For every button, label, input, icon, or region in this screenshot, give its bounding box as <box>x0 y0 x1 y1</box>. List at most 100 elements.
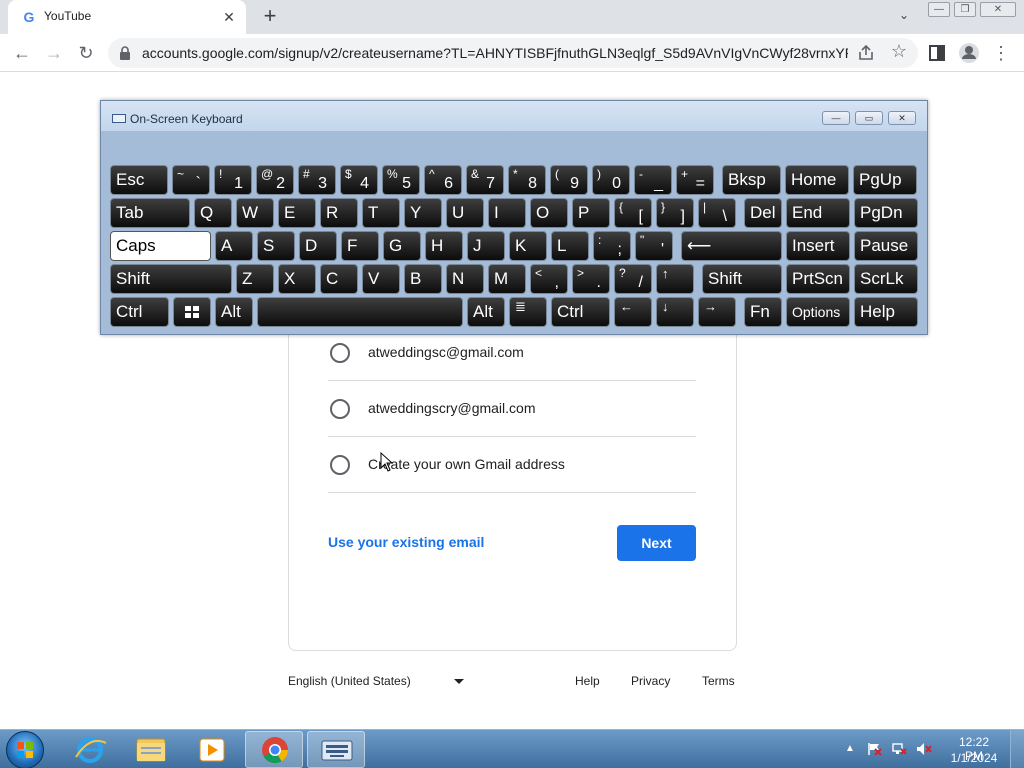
osk-close-button[interactable]: ✕ <box>888 111 916 125</box>
osk-key[interactable]: " ' <box>635 231 673 261</box>
osk-key-a[interactable]: A <box>215 231 253 261</box>
osk-key[interactable]: & 7 <box>466 165 504 195</box>
osk-key-help[interactable]: Help <box>854 297 918 327</box>
osk-key-[interactable]: ↑ <box>656 264 694 294</box>
osk-key[interactable]: ? / <box>614 264 652 294</box>
osk-key-alt[interactable]: Alt <box>215 297 253 327</box>
radio-button[interactable] <box>330 399 350 419</box>
tab-close-icon[interactable]: ✕ <box>220 8 238 26</box>
osk-key-ctrl[interactable]: Ctrl <box>110 297 169 327</box>
osk-key[interactable]: #3 <box>298 165 336 195</box>
osk-key-fn[interactable]: Fn <box>744 297 782 327</box>
osk-key-i[interactable]: I <box>488 198 526 228</box>
osk-key[interactable]: % 5 <box>382 165 420 195</box>
radio-button[interactable] <box>330 343 350 363</box>
privacy-link[interactable]: Privacy <box>631 674 670 688</box>
osk-key-pgdn[interactable]: PgDn <box>854 198 918 228</box>
action-center-flag-icon[interactable] <box>866 742 882 756</box>
osk-minimize-button[interactable]: — <box>822 111 850 125</box>
file-explorer-icon[interactable] <box>122 731 180 768</box>
osk-key-l[interactable]: L <box>551 231 589 261</box>
osk-key[interactable]: }] <box>656 198 694 228</box>
osk-key-home[interactable]: Home <box>785 165 849 195</box>
language-select[interactable]: English (United States) <box>288 674 468 692</box>
tab-search-chevron-icon[interactable]: ⌄ <box>894 8 914 26</box>
osk-key-b[interactable]: B <box>404 264 442 294</box>
osk-restore-button[interactable]: ▭ <box>855 111 883 125</box>
osk-key-f[interactable]: F <box>341 231 379 261</box>
osk-key[interactable]: * 8 <box>508 165 546 195</box>
osk-key-o[interactable]: O <box>530 198 568 228</box>
side-panel-icon[interactable] <box>924 40 950 66</box>
media-player-icon[interactable] <box>183 731 241 768</box>
osk-key-x[interactable]: X <box>278 264 316 294</box>
osk-key[interactable]: ! 1 <box>214 165 252 195</box>
username-option[interactable]: atweddingscry@gmail.com <box>328 381 696 437</box>
browser-tab[interactable]: G YouTube ✕ <box>8 0 246 34</box>
terms-link[interactable]: Terms <box>702 674 735 688</box>
osk-key-ctrl[interactable]: Ctrl <box>551 297 610 327</box>
osk-key-g[interactable]: G <box>383 231 421 261</box>
osk-key[interactable]: {[ <box>614 198 652 228</box>
osk-key[interactable]: <, <box>530 264 568 294</box>
osk-key[interactable]: ^ 6 <box>424 165 462 195</box>
osk-key-k[interactable]: K <box>509 231 547 261</box>
browser-menu-icon[interactable]: ⋮ <box>988 40 1014 66</box>
osk-key[interactable]: | \ <box>698 198 736 228</box>
osk-key[interactable]: (9 <box>550 165 588 195</box>
osk-key-e[interactable]: E <box>278 198 316 228</box>
internet-explorer-icon[interactable] <box>61 731 119 768</box>
help-link[interactable]: Help <box>575 674 600 688</box>
chrome-icon[interactable] <box>245 731 303 768</box>
osk-key-s[interactable]: S <box>257 231 295 261</box>
osk-key-m[interactable]: M <box>488 264 526 294</box>
reload-button[interactable]: ↻ <box>73 40 99 66</box>
osk-key-j[interactable]: J <box>467 231 505 261</box>
osk-key-[interactable]: ↓ <box>656 297 694 327</box>
radio-button[interactable] <box>330 455 350 475</box>
osk-key[interactable]: @2 <box>256 165 294 195</box>
use-existing-email-link[interactable]: Use your existing email <box>328 534 484 550</box>
osk-key[interactable]: + = <box>676 165 714 195</box>
show-hidden-icons-button[interactable]: ▲ <box>845 743 855 754</box>
osk-key-alt[interactable]: Alt <box>467 297 505 327</box>
window-minimize-button[interactable]: — <box>928 2 950 17</box>
osk-key-y[interactable]: Y <box>404 198 442 228</box>
new-tab-button[interactable]: + <box>258 5 282 29</box>
osk-key-options[interactable]: Options <box>786 297 850 327</box>
volume-muted-icon[interactable] <box>916 742 932 756</box>
forward-button[interactable]: → <box>41 40 67 66</box>
osk-key[interactable]: ) 0 <box>592 165 630 195</box>
osk-key-esc[interactable]: Esc <box>110 165 168 195</box>
osk-key-insert[interactable]: Insert <box>786 231 850 261</box>
osk-key-windows[interactable] <box>173 297 211 327</box>
osk-key-bksp[interactable]: Bksp <box>722 165 781 195</box>
osk-key[interactable]: >. <box>572 264 610 294</box>
clock-date[interactable]: 1/1/2024 <box>946 751 1002 765</box>
osk-key[interactable]: - _ <box>634 165 672 195</box>
profile-avatar-icon[interactable] <box>956 40 982 66</box>
osk-key-[interactable]: ⟵ <box>681 231 782 261</box>
osk-key-del[interactable]: Del <box>744 198 782 228</box>
osk-title-bar[interactable]: On-Screen Keyboard — ▭ ✕ <box>101 101 927 131</box>
share-icon[interactable] <box>856 43 876 63</box>
start-button[interactable] <box>6 731 44 768</box>
osk-key[interactable]: $4 <box>340 165 378 195</box>
osk-key-tab[interactable]: Tab <box>110 198 190 228</box>
osk-key-w[interactable]: W <box>236 198 274 228</box>
osk-key-v[interactable]: V <box>362 264 400 294</box>
osk-key[interactable]: :; <box>593 231 631 261</box>
window-close-button[interactable]: ✕ <box>980 2 1016 17</box>
osk-key-end[interactable]: End <box>786 198 850 228</box>
osk-key-r[interactable]: R <box>320 198 358 228</box>
next-button[interactable]: Next <box>617 525 696 561</box>
back-button[interactable]: ← <box>9 40 35 66</box>
osk-key-z[interactable]: Z <box>236 264 274 294</box>
osk-key-q[interactable]: Q <box>194 198 232 228</box>
osk-key-[interactable]: ≣ <box>509 297 547 327</box>
osk-key-p[interactable]: P <box>572 198 610 228</box>
osk-key-pause[interactable]: Pause <box>854 231 918 261</box>
osk-key-u[interactable]: U <box>446 198 484 228</box>
bookmark-star-icon[interactable]: ☆ <box>888 41 910 63</box>
show-desktop-button[interactable] <box>1010 730 1024 768</box>
